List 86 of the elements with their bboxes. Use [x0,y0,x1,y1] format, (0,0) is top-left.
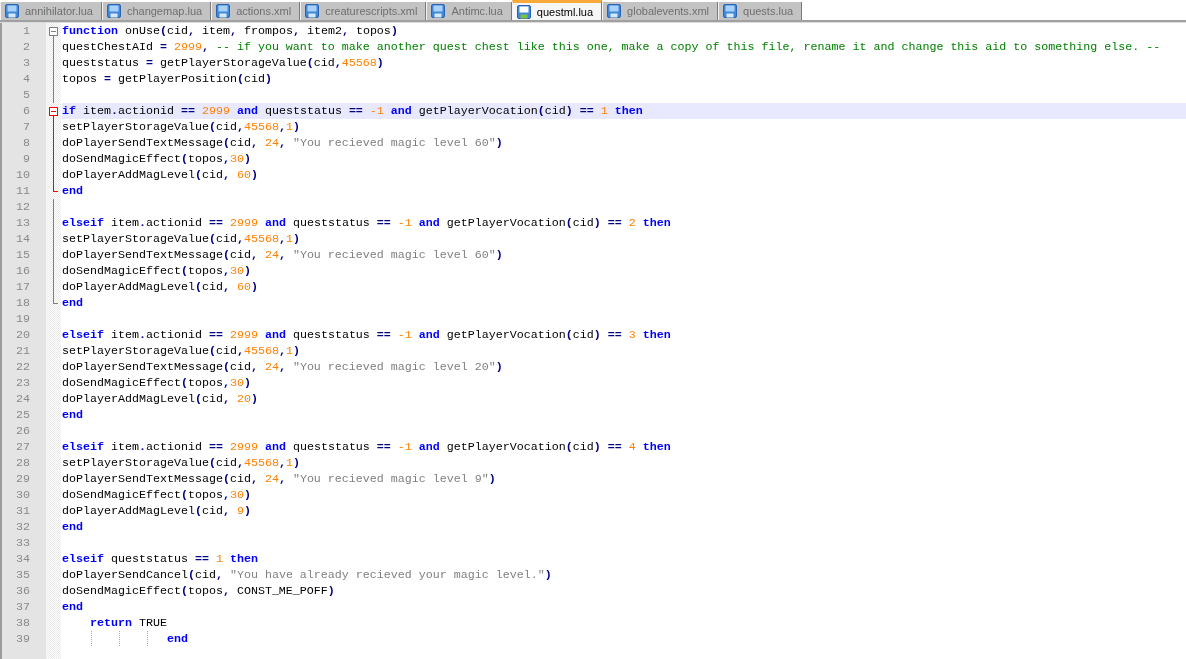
line-number: 8 [23,136,30,150]
line-number: 6 [23,104,30,118]
code-line: if item.actionid == 2999 and queststatus == -1 and getPlayerVocation(cid) == 1 then [62,103,643,119]
line-number: 20 [16,328,30,342]
line-number: 36 [16,584,30,598]
code-line: doPlayerSendTextMessage(cid, 24, "You recieved magic level 60") [62,247,503,263]
code-line: elseif queststatus == 1 then [62,551,258,567]
code-line: doPlayerSendTextMessage(cid, 24, "You recieved magic level 9") [62,471,496,487]
tab[interactable]: changemap.lua [101,2,212,20]
code-line: elseif item.actionid == 2999 and queststatus == -1 and getPlayerVocation(cid) == 3 then [62,327,671,343]
code-line: end [62,519,83,535]
line-number: 34 [16,552,30,566]
line-number: 22 [16,360,30,374]
tab[interactable]: creaturescripts.xml [300,2,427,20]
line-number: 9 [23,152,30,166]
line-number: 21 [16,344,30,358]
line-number: 4 [23,72,30,86]
line-number: 1 [23,24,30,38]
line-number: 19 [16,312,30,326]
code-line: doSendMagicEffect(topos,30) [62,487,251,503]
code-line: end [62,599,83,615]
line-number: 16 [16,264,30,278]
line-number: 13 [16,216,30,230]
indent-guide [147,631,148,647]
code-line: function onUse(cid, item, frompos, item2, topos) [62,23,398,39]
line-number: 32 [16,520,30,534]
line-number: 25 [16,408,30,422]
code-line: setPlayerStorageValue(cid,45568,1) [62,455,300,471]
line-number: 27 [16,440,30,454]
line-number: 7 [23,120,30,134]
code-line: doPlayerAddMagLevel(cid, 60) [62,279,258,295]
line-number: 28 [16,456,30,470]
line-number: 26 [16,424,30,438]
line-number: 14 [16,232,30,246]
code-line: doSendMagicEffect(topos, CONST_ME_POFF) [62,583,335,599]
collapse-icon[interactable] [49,27,58,39]
code-line: topos = getPlayerPosition(cid) [62,71,272,87]
code-line: end [62,183,83,199]
line-number: 11 [16,184,30,198]
indent-guide [91,631,92,647]
code-line: questChestAId = 2999, -- if you want to make another quest chest like this one, make a copy of this file, rename it and change this aid to something else. -- [62,39,1161,55]
code-line: setPlayerStorageValue(cid,45568,1) [62,231,300,247]
line-number: 3 [23,56,30,70]
line-number: 23 [16,376,30,390]
line-number: 17 [16,280,30,294]
line-number: 10 [16,168,30,182]
code-line: doPlayerAddMagLevel(cid, 9) [62,503,251,519]
code-line: queststatus = getPlayerStorageValue(cid,45568) [62,55,384,71]
code-line: doSendMagicEffect(topos,30) [62,151,251,167]
line-number: 35 [16,568,30,582]
line-number: 18 [16,296,30,310]
tab[interactable]: quests.lua [718,2,803,20]
line-number: 37 [16,600,30,614]
code-line: doSendMagicEffect(topos,30) [62,263,251,279]
code-line: end [62,295,83,311]
tab[interactable]: actions.xml [211,2,301,20]
line-number: 2 [23,40,30,54]
code-line: elseif item.actionid == 2999 and queststatus == -1 and getPlayerVocation(cid) == 4 then [62,439,671,455]
code-line: elseif item.actionid == 2999 and queststatus == -1 and getPlayerVocation(cid) == 2 then [62,215,671,231]
line-number: 39 [16,632,30,646]
code-line: doSendMagicEffect(topos,30) [62,375,251,391]
indent-guide [119,631,120,647]
line-number: 5 [23,88,30,102]
tab[interactable]: annihilator.lua [0,2,102,20]
collapse-icon[interactable] [49,107,58,119]
line-number: 30 [16,488,30,502]
code-line: doPlayerSendTextMessage(cid, 24, "You recieved magic level 60") [62,135,503,151]
code-line: end [167,631,188,647]
code-line: setPlayerStorageValue(cid,45568,1) [62,343,300,359]
code-line: return TRUE [90,615,167,631]
code-line: doPlayerSendCancel(cid, "You have already recieved your magic level.") [62,567,552,583]
line-number: 15 [16,248,30,262]
line-number: 24 [16,392,30,406]
code-line: end [62,407,83,423]
code-line: setPlayerStorageValue(cid,45568,1) [62,119,300,135]
tab[interactable]: Antimc.lua [426,2,512,20]
tab[interactable]: questml.lua [511,0,603,20]
line-number: 29 [16,472,30,486]
line-number: 31 [16,504,30,518]
line-number: 12 [16,200,30,214]
line-number: 38 [16,616,30,630]
code-line: doPlayerSendTextMessage(cid, 24, "You recieved magic level 20") [62,359,503,375]
code-line: doPlayerAddMagLevel(cid, 20) [62,391,258,407]
tab[interactable]: globalevents.xml [602,2,718,20]
line-number: 33 [16,536,30,550]
code-line: doPlayerAddMagLevel(cid, 60) [62,167,258,183]
